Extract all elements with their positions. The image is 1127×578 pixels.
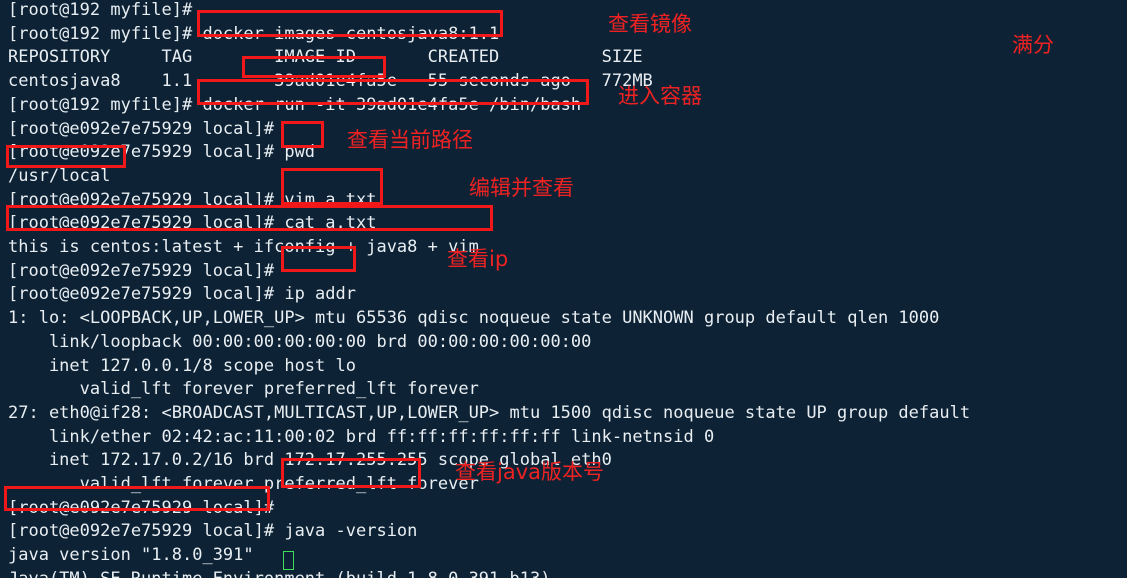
terminal-line: java version "1.8.0_391"	[8, 545, 254, 566]
annotation-label: 查看java版本号	[455, 460, 604, 484]
terminal-line: [root@e092e7e75929 local]# cat a.txt	[8, 213, 377, 234]
annotation-label: 查看ip	[447, 247, 509, 271]
terminal-line: valid_lft forever preferred_lft forever	[8, 474, 479, 494]
terminal-line: this is centos:latest + ifconfig + java8…	[8, 237, 479, 257]
terminal-line: [root@e092e7e75929 local]#	[8, 497, 285, 518]
terminal-line: link/loopback 00:00:00:00:00:00 brd 00:0…	[8, 331, 592, 352]
terminal-line: 1: lo: <LOOPBACK,UP,LOWER_UP> mtu 65536 …	[8, 308, 940, 329]
terminal-cursor[interactable]	[283, 551, 294, 570]
terminal-line: [root@192 myfile]#	[8, 0, 203, 20]
terminal-screenshot: [root@192 myfile]# [root@192 myfile]# do…	[0, 0, 1127, 578]
terminal-line: [root@192 myfile]# docker images centosj…	[8, 23, 500, 44]
terminal-line: [root@e092e7e75929 local]# java -version	[8, 521, 418, 542]
terminal-line: centosjava8 1.1 39ad01e4fa5e 55 seconds …	[8, 71, 653, 92]
terminal-line: [root@e092e7e75929 local]#	[8, 260, 285, 281]
annotation-label: 查看镜像	[608, 12, 692, 36]
terminal-line: [root@e092e7e75929 local]#	[8, 118, 285, 139]
terminal-line: REPOSITORY TAG IMAGE ID CREATED SIZE	[8, 47, 643, 68]
terminal-line: Java(TM) SE Runtime Environment (build 1…	[8, 567, 550, 578]
terminal-line: [root@192 myfile]# docker run -it 39ad01…	[8, 94, 582, 115]
annotation-label: 进入容器	[618, 84, 702, 108]
annotation-label: 查看当前路径	[347, 128, 473, 152]
annotation-label: 编辑并查看	[469, 176, 574, 200]
terminal-line: link/ether 02:42:ac:11:00:02 brd ff:ff:f…	[8, 426, 715, 447]
terminal-line: /usr/local	[8, 165, 111, 186]
terminal-line: [root@e092e7e75929 local]# vim a.txt	[8, 189, 377, 210]
terminal-line: [root@e092e7e75929 local]# ip addr	[8, 284, 356, 305]
annotation-label: 满分	[1012, 33, 1054, 57]
terminal-line: valid_lft forever preferred_lft forever	[8, 379, 479, 400]
terminal-line: inet 127.0.0.1/8 scope host lo	[8, 355, 356, 376]
terminal-line: 27: eth0@if28: <BROADCAST,MULTICAST,UP,L…	[8, 402, 971, 423]
terminal-line: [root@e092e7e75929 local]# pwd	[8, 142, 316, 163]
